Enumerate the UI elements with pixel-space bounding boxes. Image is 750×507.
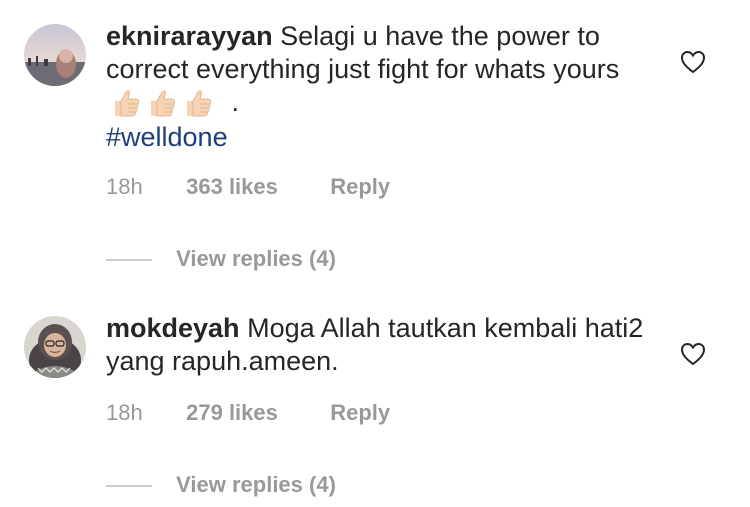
- username[interactable]: mokdeyah: [106, 313, 240, 343]
- avatar[interactable]: [24, 24, 86, 86]
- comment-text: mokdeyah Moga Allah tautkan kembali hati…: [106, 312, 666, 378]
- timestamp: 18h: [106, 400, 143, 425]
- emoji-group: [110, 87, 218, 121]
- likes-count[interactable]: 363 likes: [186, 174, 324, 200]
- view-replies-label: View replies (4): [176, 472, 336, 497]
- hashtag-link[interactable]: #welldone: [106, 121, 666, 154]
- comment-text: eknirarayyan Selagi u have the power to …: [106, 20, 666, 121]
- reply-button[interactable]: Reply: [330, 174, 390, 200]
- view-replies-label: View replies (4): [176, 246, 336, 271]
- username[interactable]: eknirarayyan: [106, 21, 273, 51]
- thumbs-up-icon: [187, 90, 212, 117]
- divider: [106, 259, 152, 262]
- likes-count[interactable]: 279 likes: [186, 400, 324, 426]
- thumbs-up-icon: [115, 90, 140, 117]
- thumbs-up-icon: [151, 90, 176, 117]
- timestamp: 18h: [106, 174, 143, 199]
- heart-icon[interactable]: [680, 342, 706, 366]
- view-replies-button[interactable]: View replies (4): [106, 472, 336, 498]
- heart-icon[interactable]: [680, 50, 706, 74]
- comment-meta: 18h 363 likes Reply: [106, 174, 390, 200]
- trailing-text: .: [231, 87, 240, 117]
- avatar[interactable]: [24, 316, 86, 378]
- comment-meta: 18h 279 likes Reply: [106, 400, 390, 426]
- reply-button[interactable]: Reply: [330, 400, 390, 426]
- divider: [106, 485, 152, 488]
- view-replies-button[interactable]: View replies (4): [106, 246, 336, 272]
